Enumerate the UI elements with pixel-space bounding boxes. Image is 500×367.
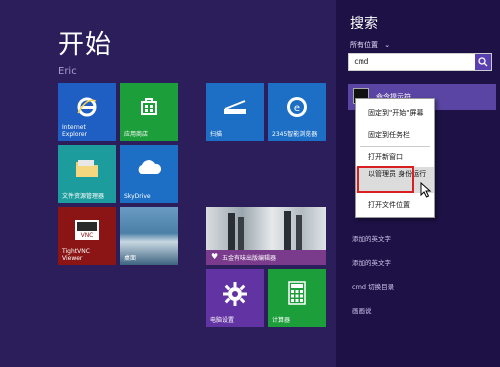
context-menu: 固定到"开始"屏幕 固定到任务栏 打开新窗口 以管理员 身份运行 打开文件位置: [355, 98, 435, 218]
tile-label: TightVNC Viewer: [62, 248, 90, 262]
photo-image: [206, 207, 326, 250]
tile-2345-browser[interactable]: e 2345智能浏览器: [268, 83, 326, 141]
svg-text:e: e: [294, 103, 300, 114]
gear-icon: [206, 281, 264, 307]
search-result-item[interactable]: 添加的英文字: [352, 233, 391, 243]
search-input[interactable]: cmd: [348, 53, 492, 71]
tile-label: 扫描: [210, 131, 223, 138]
tile-label: 文件资源管理器: [62, 193, 105, 200]
tile-pc-settings[interactable]: 电脑设置: [206, 269, 264, 327]
search-result-item[interactable]: 画画说: [352, 305, 372, 315]
tile-desktop[interactable]: 桌面: [120, 207, 178, 265]
tile-calculator[interactable]: 计算器: [268, 269, 326, 327]
folder-icon: [58, 157, 116, 179]
heart-icon: ♥: [211, 252, 219, 261]
scanner-icon: [206, 95, 264, 117]
start-title: 开始: [58, 30, 113, 60]
tile-label: 2345智能浏览器: [272, 131, 318, 138]
tile-photo-app[interactable]: ♥ 五金有味出版编辑器: [206, 207, 326, 265]
svg-text:VNC: VNC: [81, 232, 94, 239]
search-icon: [478, 57, 488, 67]
tile-scan[interactable]: 扫描: [206, 83, 264, 141]
calculator-icon: [268, 281, 326, 305]
search-result-item[interactable]: 添加的英文字: [352, 257, 391, 267]
tile-label: 应用商店: [124, 131, 149, 138]
menu-pin-to-start[interactable]: 固定到"开始"屏幕: [356, 103, 434, 123]
ie-icon: [58, 95, 116, 119]
tile-tightvnc[interactable]: VNC TightVNC Viewer: [58, 207, 116, 265]
search-scope-dropdown[interactable]: 所有位置 ⌄: [350, 40, 390, 50]
cloud-icon: [120, 157, 178, 177]
search-scope-label: 所有位置: [350, 41, 378, 49]
menu-open-file-location[interactable]: 打开文件位置: [356, 195, 434, 215]
tile-internet-explorer[interactable]: Internet Explorer: [58, 83, 116, 141]
vnc-icon: VNC: [58, 219, 116, 241]
search-result-item[interactable]: cmd 切换目录: [352, 281, 394, 291]
tile-store[interactable]: 应用商店: [120, 83, 178, 141]
tile-label: 桌面: [124, 255, 137, 262]
chevron-down-icon: ⌄: [384, 41, 391, 49]
tile-skydrive[interactable]: SkyDrive: [120, 145, 178, 203]
tile-label: 电脑设置: [210, 317, 235, 324]
user-name[interactable]: Eric: [58, 66, 77, 77]
tile-label: 计算器: [272, 317, 291, 324]
store-icon: [120, 95, 178, 117]
tile-label: SkyDrive: [124, 193, 151, 200]
search-query: cmd: [354, 57, 369, 66]
cursor-arrow-icon: [420, 182, 432, 198]
tile-label: Internet Explorer: [62, 124, 87, 138]
highlight-box: [357, 166, 414, 193]
tile-file-explorer[interactable]: 文件资源管理器: [58, 145, 116, 203]
browser-icon: e: [268, 95, 326, 119]
menu-open-new-window[interactable]: 打开新窗口: [356, 147, 434, 167]
search-title: 搜索: [350, 16, 378, 32]
menu-pin-to-taskbar[interactable]: 固定到任务栏: [356, 125, 434, 145]
search-button[interactable]: [475, 54, 491, 70]
tile-label: 五金有味出版编辑器: [222, 255, 277, 262]
